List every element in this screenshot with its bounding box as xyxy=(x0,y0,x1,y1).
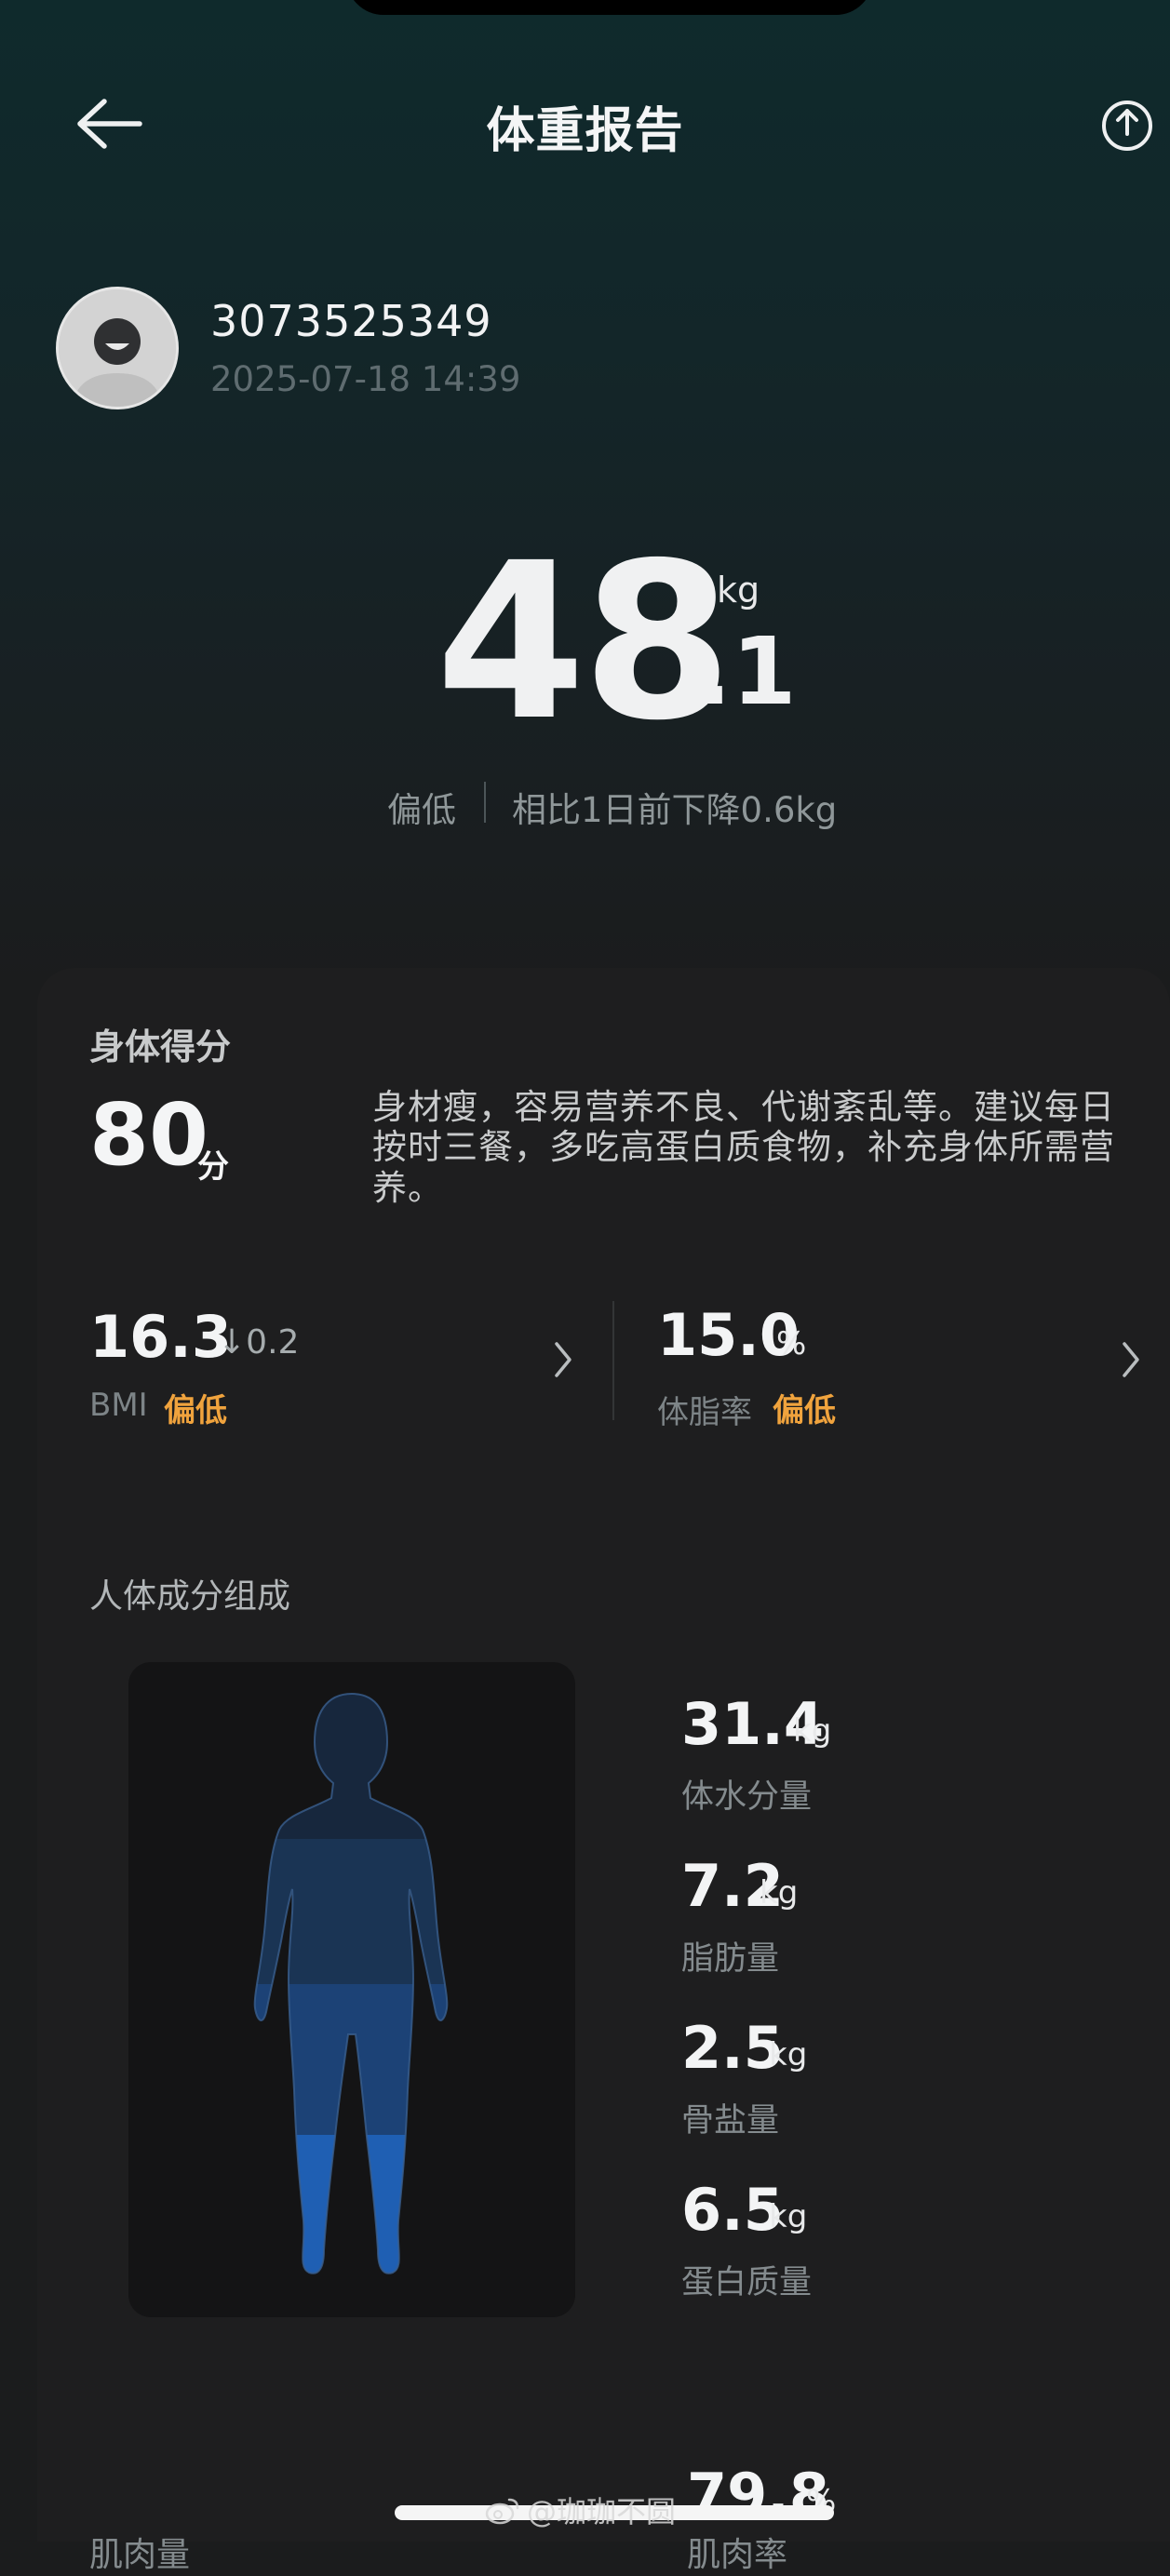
camera-notch xyxy=(346,0,873,15)
body-figure-panel xyxy=(128,1662,575,2317)
protein-unit: kg xyxy=(769,2198,808,2235)
body-fat-level: 偏低 xyxy=(773,1392,836,1429)
bone-label: 骨盐量 xyxy=(681,2102,780,2140)
bmi-label: BMI xyxy=(89,1387,148,1424)
user-id: 3073525349 xyxy=(210,296,492,346)
chevron-right-icon[interactable] xyxy=(549,1336,577,1383)
measurement-time: 2025-07-18 14:39 xyxy=(210,359,521,399)
muscle-mass-label: 肌肉量 xyxy=(89,2536,191,2574)
water-unit: kg xyxy=(793,1712,832,1750)
share-button[interactable] xyxy=(1098,97,1156,154)
weight-decimal: .1 xyxy=(696,617,797,726)
watermark-text: @珈珈不圆 xyxy=(527,2494,677,2529)
score-description: 身材瘦，容易营养不良、代谢紊乱等。建议每日按时三餐，多吃高蛋白质食物，补充身体所… xyxy=(372,1087,1115,1208)
watermark: @珈珈不圆 xyxy=(484,2489,676,2531)
default-user-icon xyxy=(59,289,176,407)
bmi-value: 16.3 xyxy=(89,1303,232,1371)
water-label: 体水分量 xyxy=(681,1778,813,1816)
weight-integer: 48 xyxy=(436,517,733,768)
score-unit: 分 xyxy=(197,1148,229,1186)
chevron-right-icon[interactable] xyxy=(1117,1336,1145,1383)
protein-label: 蛋白质量 xyxy=(681,2264,813,2301)
weight-status: 偏低 xyxy=(387,790,456,830)
bone-unit: kg xyxy=(769,2036,808,2073)
bmi-delta: ↓0.2 xyxy=(218,1323,300,1362)
fat-label: 脂肪量 xyxy=(681,1940,780,1978)
share-icon xyxy=(1102,101,1152,151)
weight-unit: kg xyxy=(717,570,760,610)
metric-divider xyxy=(612,1301,614,1420)
weibo-logo-icon xyxy=(485,2498,519,2525)
body-silhouette-icon xyxy=(253,1692,449,2274)
divider xyxy=(484,782,486,823)
body-fat-label: 体脂率 xyxy=(657,1394,752,1431)
page-title: 体重报告 xyxy=(486,103,684,159)
fat-unit: kg xyxy=(760,1874,799,1912)
weight-comparison: 相比1日前下降0.6kg xyxy=(512,790,838,830)
body-fat-unit: % xyxy=(776,1325,807,1362)
score-title: 身体得分 xyxy=(89,1026,232,1067)
bmi-level: 偏低 xyxy=(164,1392,227,1429)
composition-title: 人体成分组成 xyxy=(89,1577,291,1616)
score-value: 80 xyxy=(89,1085,209,1185)
avatar[interactable] xyxy=(56,287,179,409)
muscle-rate-label: 肌肉率 xyxy=(687,2536,788,2574)
